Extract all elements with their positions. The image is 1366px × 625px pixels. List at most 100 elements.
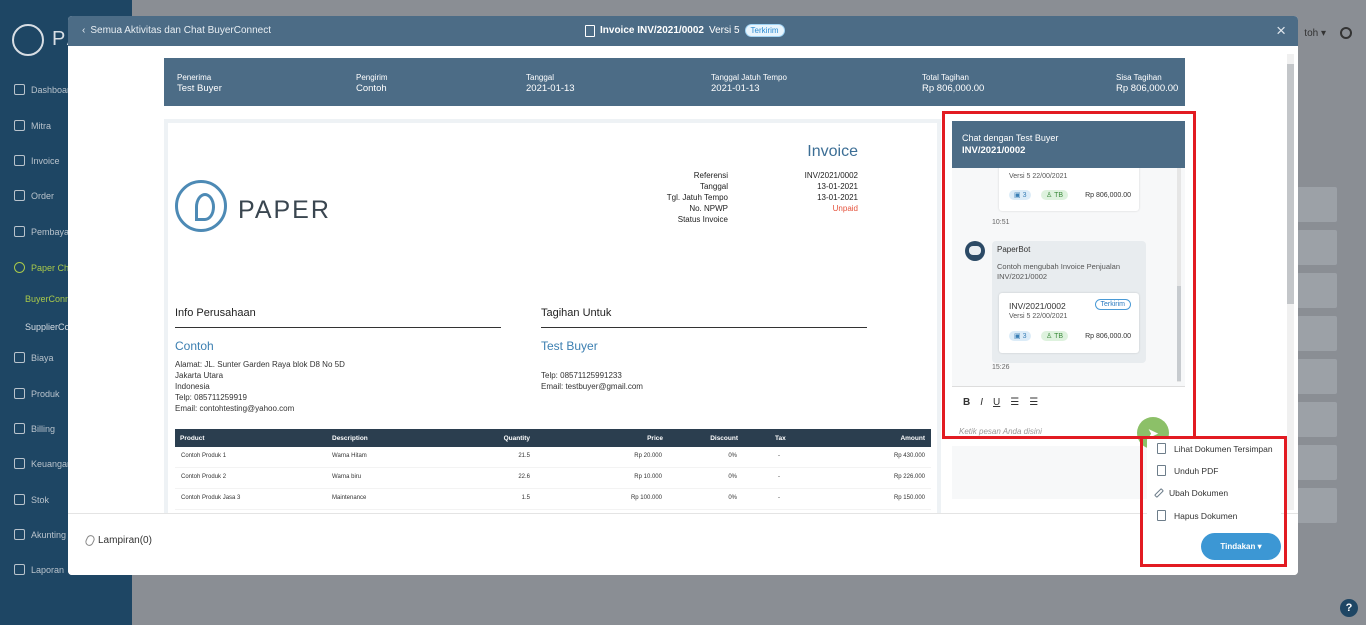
column-header: Product xyxy=(180,435,205,442)
sidebar-subitem-supplierconnect[interactable]: SupplierConnect xyxy=(25,322,70,332)
bill-to-address: Telp: 08571125991233 Email: testbuyer@gm… xyxy=(541,370,643,392)
status-badge: Terkirim xyxy=(744,24,785,37)
invoice-summary-bar: Penerima Test Buyer Pengirim Contoh Tangga… xyxy=(164,58,1185,106)
address-line: Alamat: JL. Sunter Garden Raya blok D8 N… xyxy=(175,360,345,369)
company-name: Contoh xyxy=(175,339,214,353)
column-header: Price xyxy=(647,435,663,442)
stock-icon xyxy=(14,494,25,505)
sidebar-item-label: Biaya xyxy=(31,352,54,363)
summary-value: Test Buyer xyxy=(177,83,222,94)
gear-icon[interactable] xyxy=(1340,27,1352,39)
table-cell: Rp 20.000 xyxy=(634,453,662,459)
modal-footer: Lampiran(0) Tindakan ▾ xyxy=(68,513,1298,575)
background-row xyxy=(1297,316,1337,351)
column-header: Tax xyxy=(775,435,786,442)
summary-label: Pengirim xyxy=(356,73,388,82)
modal-scrollbar[interactable] xyxy=(1287,54,1294,510)
table-cell: 22.6 xyxy=(518,474,530,480)
background-row xyxy=(1297,359,1337,394)
chevron-left-icon: ‹ xyxy=(82,25,86,36)
company-address: Alamat: JL. Sunter Garden Raya blok D8 N… xyxy=(175,359,345,414)
invoice-paper: PAPER Invoice Referensi Tanggal Tgl. Jat… xyxy=(168,123,937,513)
background-row xyxy=(1297,445,1337,480)
attachments-button[interactable]: Lampiran(0) xyxy=(84,533,152,548)
summary-value: Rp 806,000.00 xyxy=(922,83,985,94)
modal-header: ‹ Semua Aktivitas dan Chat BuyerConnect I… xyxy=(68,16,1298,46)
invoice-meta-values: INV/2021/0002 13-01-2021 13-01-2021 Unpa… xyxy=(778,170,858,214)
invoice-title: Invoice INV/2021/0002 xyxy=(600,25,704,36)
summary-label: Penerima xyxy=(177,73,212,82)
modal-title: Invoice INV/2021/0002 Versi 5 Terkirim xyxy=(585,24,785,37)
bank-icon xyxy=(14,458,25,469)
close-icon[interactable]: × xyxy=(1276,21,1286,41)
table-cell: Rp 100.000 xyxy=(630,495,662,501)
address-line: Indonesia xyxy=(175,382,210,391)
summary-label: Tanggal xyxy=(526,73,555,82)
bill-to-name: Test Buyer xyxy=(541,339,598,353)
report-icon xyxy=(14,564,25,575)
invoice-preview: PAPER Invoice Referensi Tanggal Tgl. Jat… xyxy=(164,119,941,513)
actions-highlight-box xyxy=(1140,436,1287,567)
meta-value: 13-01-2021 xyxy=(817,193,858,202)
sidebar-item-label: Invoice xyxy=(31,155,60,166)
meta-label: No. NPWP xyxy=(689,204,728,213)
back-link-label: Semua Aktivitas dan Chat BuyerConnect xyxy=(90,25,271,36)
summary-value: Contoh xyxy=(356,83,387,94)
table-cell: Maintenance xyxy=(332,495,367,501)
table-cell: Contoh Produk Jasa 3 xyxy=(181,495,241,501)
background-row xyxy=(1297,273,1337,308)
table-cell: Rp 226.000 xyxy=(893,474,925,480)
back-link[interactable]: ‹ Semua Aktivitas dan Chat BuyerConnect xyxy=(82,25,271,36)
sidebar-item-label: Akunting xyxy=(31,529,67,540)
table-cell: Contoh Produk 1 xyxy=(181,453,227,459)
address-line: Email: contohtesting@yahoo.com xyxy=(175,404,295,413)
table-cell: Warna Hitam xyxy=(332,453,367,459)
summary-pengirim: Pengirim Contoh xyxy=(356,72,388,94)
payment-icon xyxy=(14,226,25,237)
invoice-icon xyxy=(14,155,25,166)
paper-logo-icon xyxy=(175,180,227,232)
sidebar-subitem-buyerconnect[interactable]: BuyerConnect xyxy=(25,294,70,304)
help-button[interactable]: ? xyxy=(1340,599,1358,617)
table-row: Contoh Produk 2 Warna biru 22.6 Rp 10.00… xyxy=(175,468,931,489)
scale-icon xyxy=(14,529,25,540)
column-header: Description xyxy=(332,435,368,442)
sidebar-item-label: Order xyxy=(31,190,55,201)
table-cell: 0% xyxy=(728,495,737,501)
table-cell: 21.5 xyxy=(518,453,530,459)
background-row xyxy=(1297,230,1337,265)
sidebar-item-label: Billing xyxy=(31,423,56,434)
summary-tanggal: Tanggal 2021-01-13 xyxy=(526,72,575,94)
invoice-meta-labels: Referensi Tanggal Tgl. Jatuh Tempo No. N… xyxy=(648,170,728,225)
attachments-label: Lampiran(0) xyxy=(98,535,152,546)
summary-jatuh-tempo: Tanggal Jatuh Tempo 2021-01-13 xyxy=(711,72,787,94)
table-cell: Rp 150.000 xyxy=(893,495,925,501)
box-icon xyxy=(14,388,25,399)
table-cell: Rp 430.000 xyxy=(893,453,925,459)
document-icon xyxy=(585,24,595,37)
meta-label: Tanggal xyxy=(699,182,728,191)
sidebar-item-label: Produk xyxy=(31,388,60,399)
cost-icon xyxy=(14,352,25,363)
summary-value: 2021-01-13 xyxy=(711,83,760,94)
table-cell: - xyxy=(778,495,780,501)
summary-value: Rp 806,000.00 xyxy=(1116,83,1179,94)
table-cell: - xyxy=(778,474,780,480)
scrollbar-thumb[interactable] xyxy=(1287,64,1294,304)
table-cell: - xyxy=(778,453,780,459)
bill-to-title: Tagihan Untuk xyxy=(541,307,867,328)
dashboard-icon xyxy=(14,84,25,95)
summary-total: Total Tagihan Rp 806,000.00 xyxy=(922,72,984,94)
version-label: Versi 5 xyxy=(708,25,740,36)
table-cell: 1.5 xyxy=(521,495,530,501)
company-logo-text: PAPER xyxy=(238,196,331,224)
user-menu[interactable]: toh ▾ xyxy=(1304,28,1326,39)
background-row xyxy=(1297,488,1337,523)
sidebar-item-label: Laporan xyxy=(31,564,65,575)
invoice-status: Unpaid xyxy=(832,204,858,213)
paper-logo-icon xyxy=(12,24,44,56)
table-row: Contoh Produk Jasa 3 Maintenance 1.5 Rp … xyxy=(175,489,931,510)
meta-value: 13-01-2021 xyxy=(817,182,858,191)
summary-label: Sisa Tagihan xyxy=(1116,73,1162,82)
sidebar-item-label: Keuangan xyxy=(31,458,73,469)
